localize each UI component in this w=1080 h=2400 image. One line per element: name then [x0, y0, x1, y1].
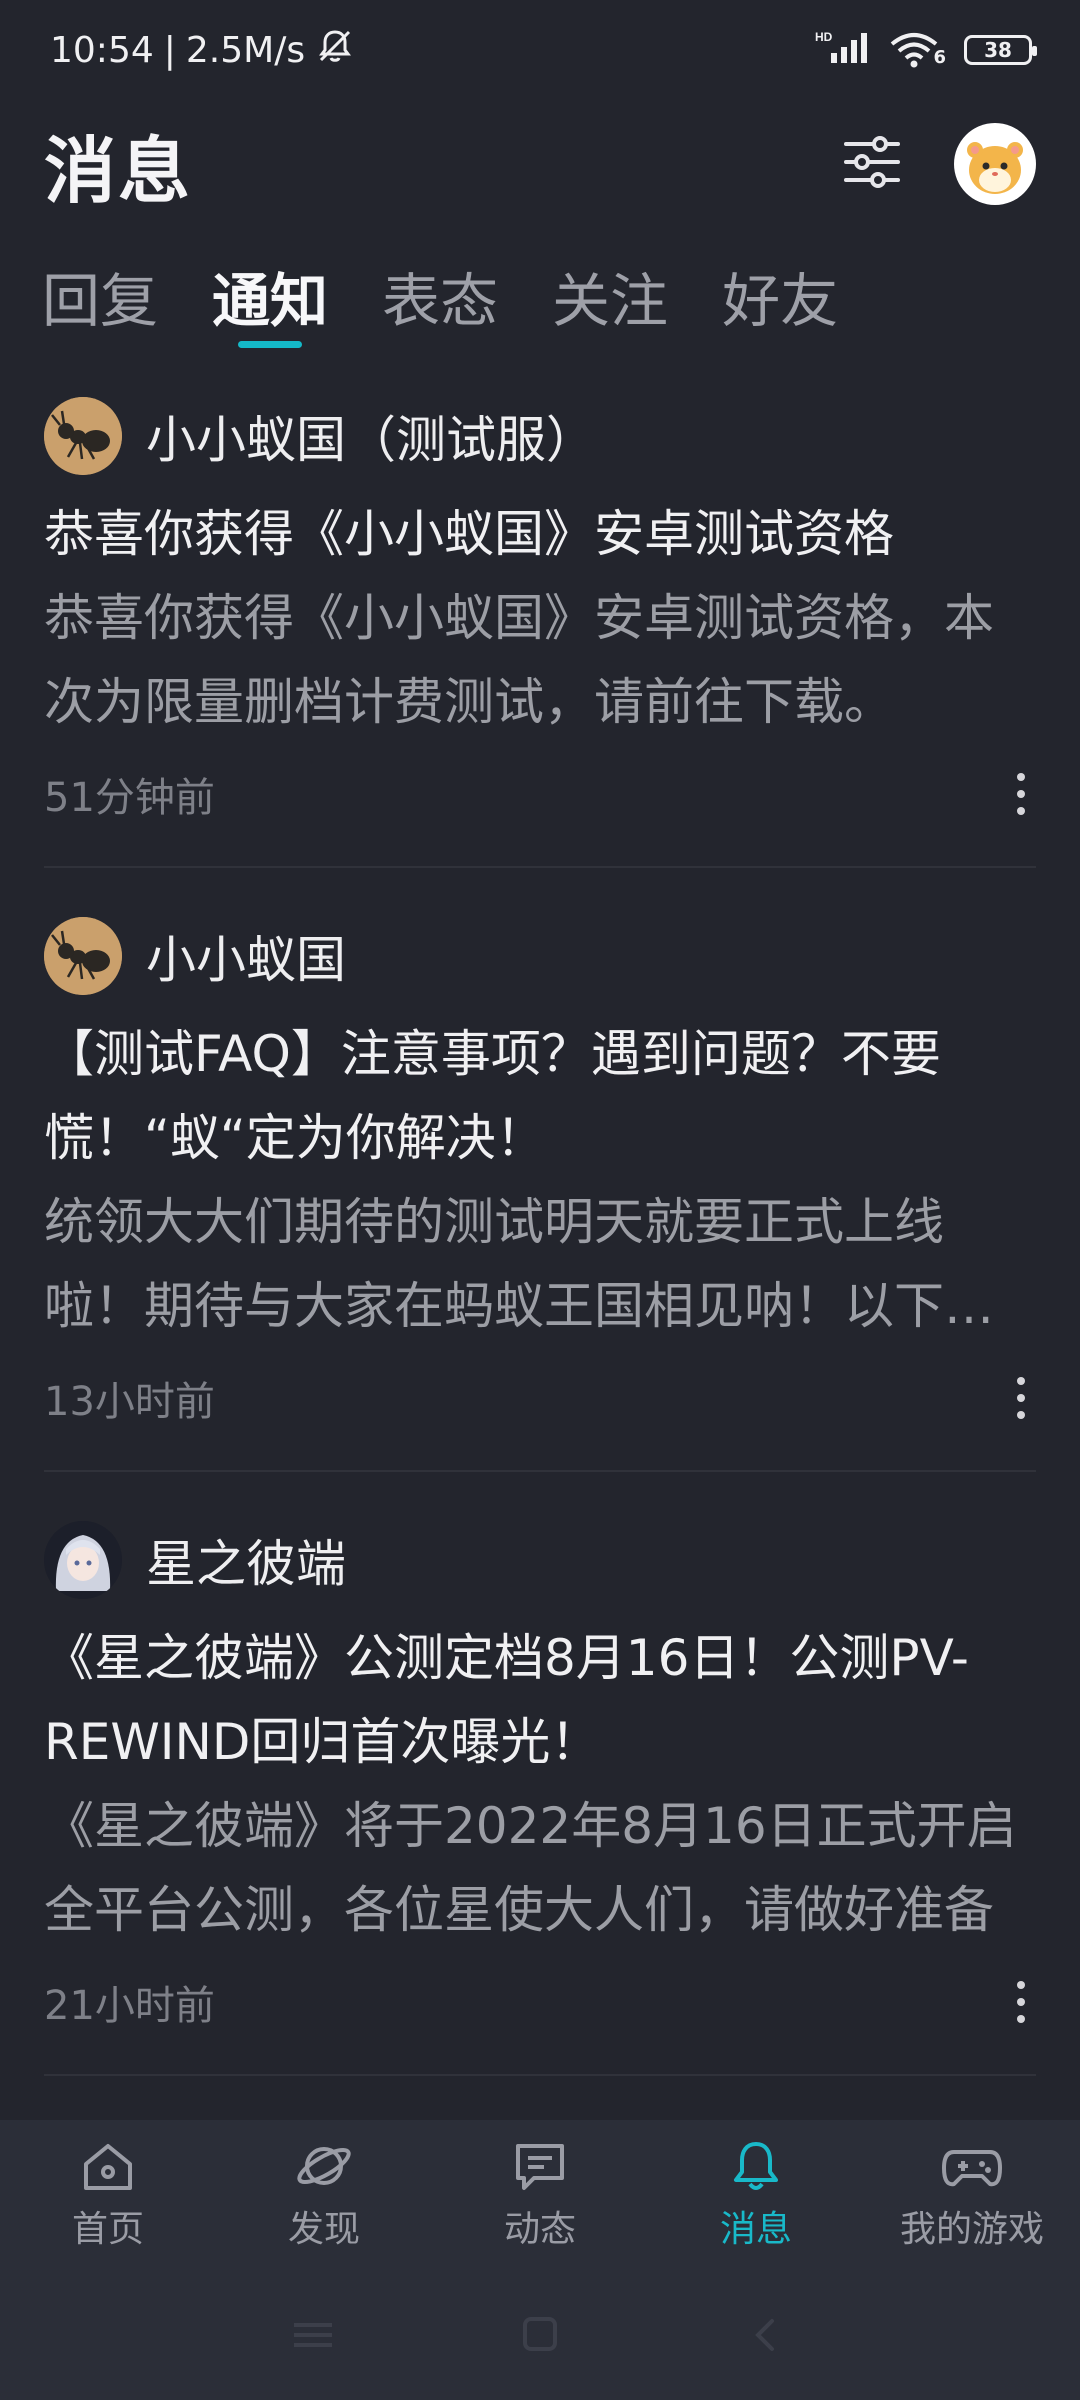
menu-icon[interactable] — [288, 2315, 338, 2355]
planet-icon — [297, 2147, 351, 2185]
bell-icon — [734, 2142, 778, 2190]
status-speed: 2.5M/s — [185, 29, 306, 71]
notification-time: 51分钟前 — [44, 775, 215, 821]
anime-girl-icon — [44, 1521, 122, 1599]
notification-title: 恭喜你获得《小小蚁国》安卓测试资格 — [44, 505, 894, 563]
header: 消息 — [0, 104, 1080, 224]
notification-body: 《星之彼端》将于2022年8月16日正式开启全平台公测，各位星使大人们，请做好准… — [44, 1797, 1017, 1939]
nav-my-games[interactable]: 我的游戏 — [864, 2120, 1080, 2270]
card-footer: 51分钟前 — [44, 744, 1036, 844]
battery-level: 38 — [984, 38, 1012, 62]
source-name[interactable]: 星之彼端 — [146, 1524, 346, 1596]
user-avatar[interactable] — [954, 123, 1036, 205]
divider — [44, 1470, 1036, 1472]
system-nav-bar — [0, 2270, 1080, 2400]
battery-icon: 38 — [964, 35, 1037, 65]
notification-time: 13小时前 — [44, 1379, 215, 1425]
nav-label: 我的游戏 — [899, 2209, 1044, 2250]
status-separator: | — [163, 29, 176, 71]
notification-body: 统领大大们期待的测试明天就要正式上线啦！期待与大家在蚂蚁王国相见呐！以下为测试相… — [44, 1193, 994, 1335]
nav-label: 首页 — [71, 2209, 144, 2250]
status-left: 10:54 | 2.5M/s — [50, 26, 355, 75]
card-header: 小小蚁国（测试服） — [44, 380, 1036, 492]
bottom-nav: 首页 发现 动态 消息 我的游戏 — [0, 2120, 1080, 2270]
notification-body: 恭喜你获得《小小蚁国》安卓测试资格，本次为限量删档计费测试，请前往下载。 — [44, 589, 994, 731]
card-footer: 13小时前 — [44, 1348, 1036, 1448]
status-time: 10:54 — [50, 29, 154, 71]
card-header: 星之彼端 — [44, 1504, 1036, 1616]
nav-label: 发现 — [287, 2209, 360, 2250]
notification-title: 《星之彼端》公测定档8月16日！公测PV-REWIND回归首次曝光！ — [44, 1629, 969, 1771]
sliders-icon[interactable] — [842, 134, 902, 194]
source-avatar[interactable] — [44, 1521, 122, 1599]
divider — [44, 2074, 1036, 2076]
tab-notification[interactable]: 通知 — [212, 240, 328, 352]
nav-discover[interactable]: 发现 — [216, 2120, 432, 2270]
signal-icon: HD — [815, 29, 871, 72]
tab-reply[interactable]: 回复 — [42, 240, 158, 352]
network-type: HD — [815, 30, 833, 44]
nav-label: 动态 — [503, 2209, 576, 2250]
card-header: 小小蚁国 — [44, 900, 1036, 1012]
chat-icon — [516, 2144, 564, 2190]
source-name[interactable]: 小小蚁国（测试服） — [146, 400, 596, 472]
nav-label: 消息 — [719, 2209, 792, 2250]
ant-icon — [44, 397, 122, 475]
notification-card[interactable]: 小小蚁国 【测试FAQ】注意事项？遇到问题？不要慌！“蚁“定为你解决！ 统领大大… — [0, 900, 1080, 1472]
tab-reaction[interactable]: 表态 — [382, 240, 498, 352]
notification-list: 小小蚁国（测试服） 恭喜你获得《小小蚁国》安卓测试资格 恭喜你获得《小小蚁国》安… — [0, 380, 1080, 2108]
back-icon[interactable] — [742, 2315, 792, 2355]
mute-icon — [315, 26, 355, 75]
tab-bar: 回复 通知 表态 关注 好友 — [0, 240, 1080, 360]
notification-card[interactable]: 星之彼端 《星之彼端》公测定档8月16日！公测PV-REWIND回归首次曝光！ … — [0, 1504, 1080, 2076]
wifi-level: 6 — [933, 47, 946, 68]
source-avatar[interactable] — [44, 917, 122, 995]
more-options-icon[interactable] — [1006, 1981, 1036, 2023]
status-right: HD 6 38 — [815, 29, 1037, 72]
card-footer: 21小时前 — [44, 1952, 1036, 2052]
ant-icon — [44, 917, 122, 995]
wifi-icon: 6 — [889, 32, 946, 68]
page-title: 消息 — [44, 128, 193, 213]
header-actions — [842, 123, 1036, 205]
gamepad-icon — [942, 2150, 1002, 2187]
divider — [44, 866, 1036, 868]
notification-time: 21小时前 — [44, 1983, 215, 2029]
source-avatar[interactable] — [44, 397, 122, 475]
nav-messages[interactable]: 消息 — [648, 2120, 864, 2270]
home-square-icon[interactable] — [515, 2315, 565, 2355]
home-icon — [84, 2144, 132, 2190]
status-bar: 10:54 | 2.5M/s HD 6 38 — [0, 0, 1080, 100]
notification-card[interactable]: 小小蚁国（测试服） 恭喜你获得《小小蚁国》安卓测试资格 恭喜你获得《小小蚁国》安… — [0, 380, 1080, 868]
nav-home[interactable]: 首页 — [0, 2120, 216, 2270]
nav-feed[interactable]: 动态 — [432, 2120, 648, 2270]
tab-friends[interactable]: 好友 — [722, 240, 838, 352]
hamster-avatar-icon — [955, 124, 1035, 204]
more-options-icon[interactable] — [1006, 773, 1036, 815]
source-name[interactable]: 小小蚁国 — [146, 920, 346, 992]
tab-follow[interactable]: 关注 — [552, 240, 668, 352]
notification-title: 【测试FAQ】注意事项？遇到问题？不要慌！“蚁“定为你解决！ — [44, 1025, 941, 1167]
more-options-icon[interactable] — [1006, 1377, 1036, 1419]
